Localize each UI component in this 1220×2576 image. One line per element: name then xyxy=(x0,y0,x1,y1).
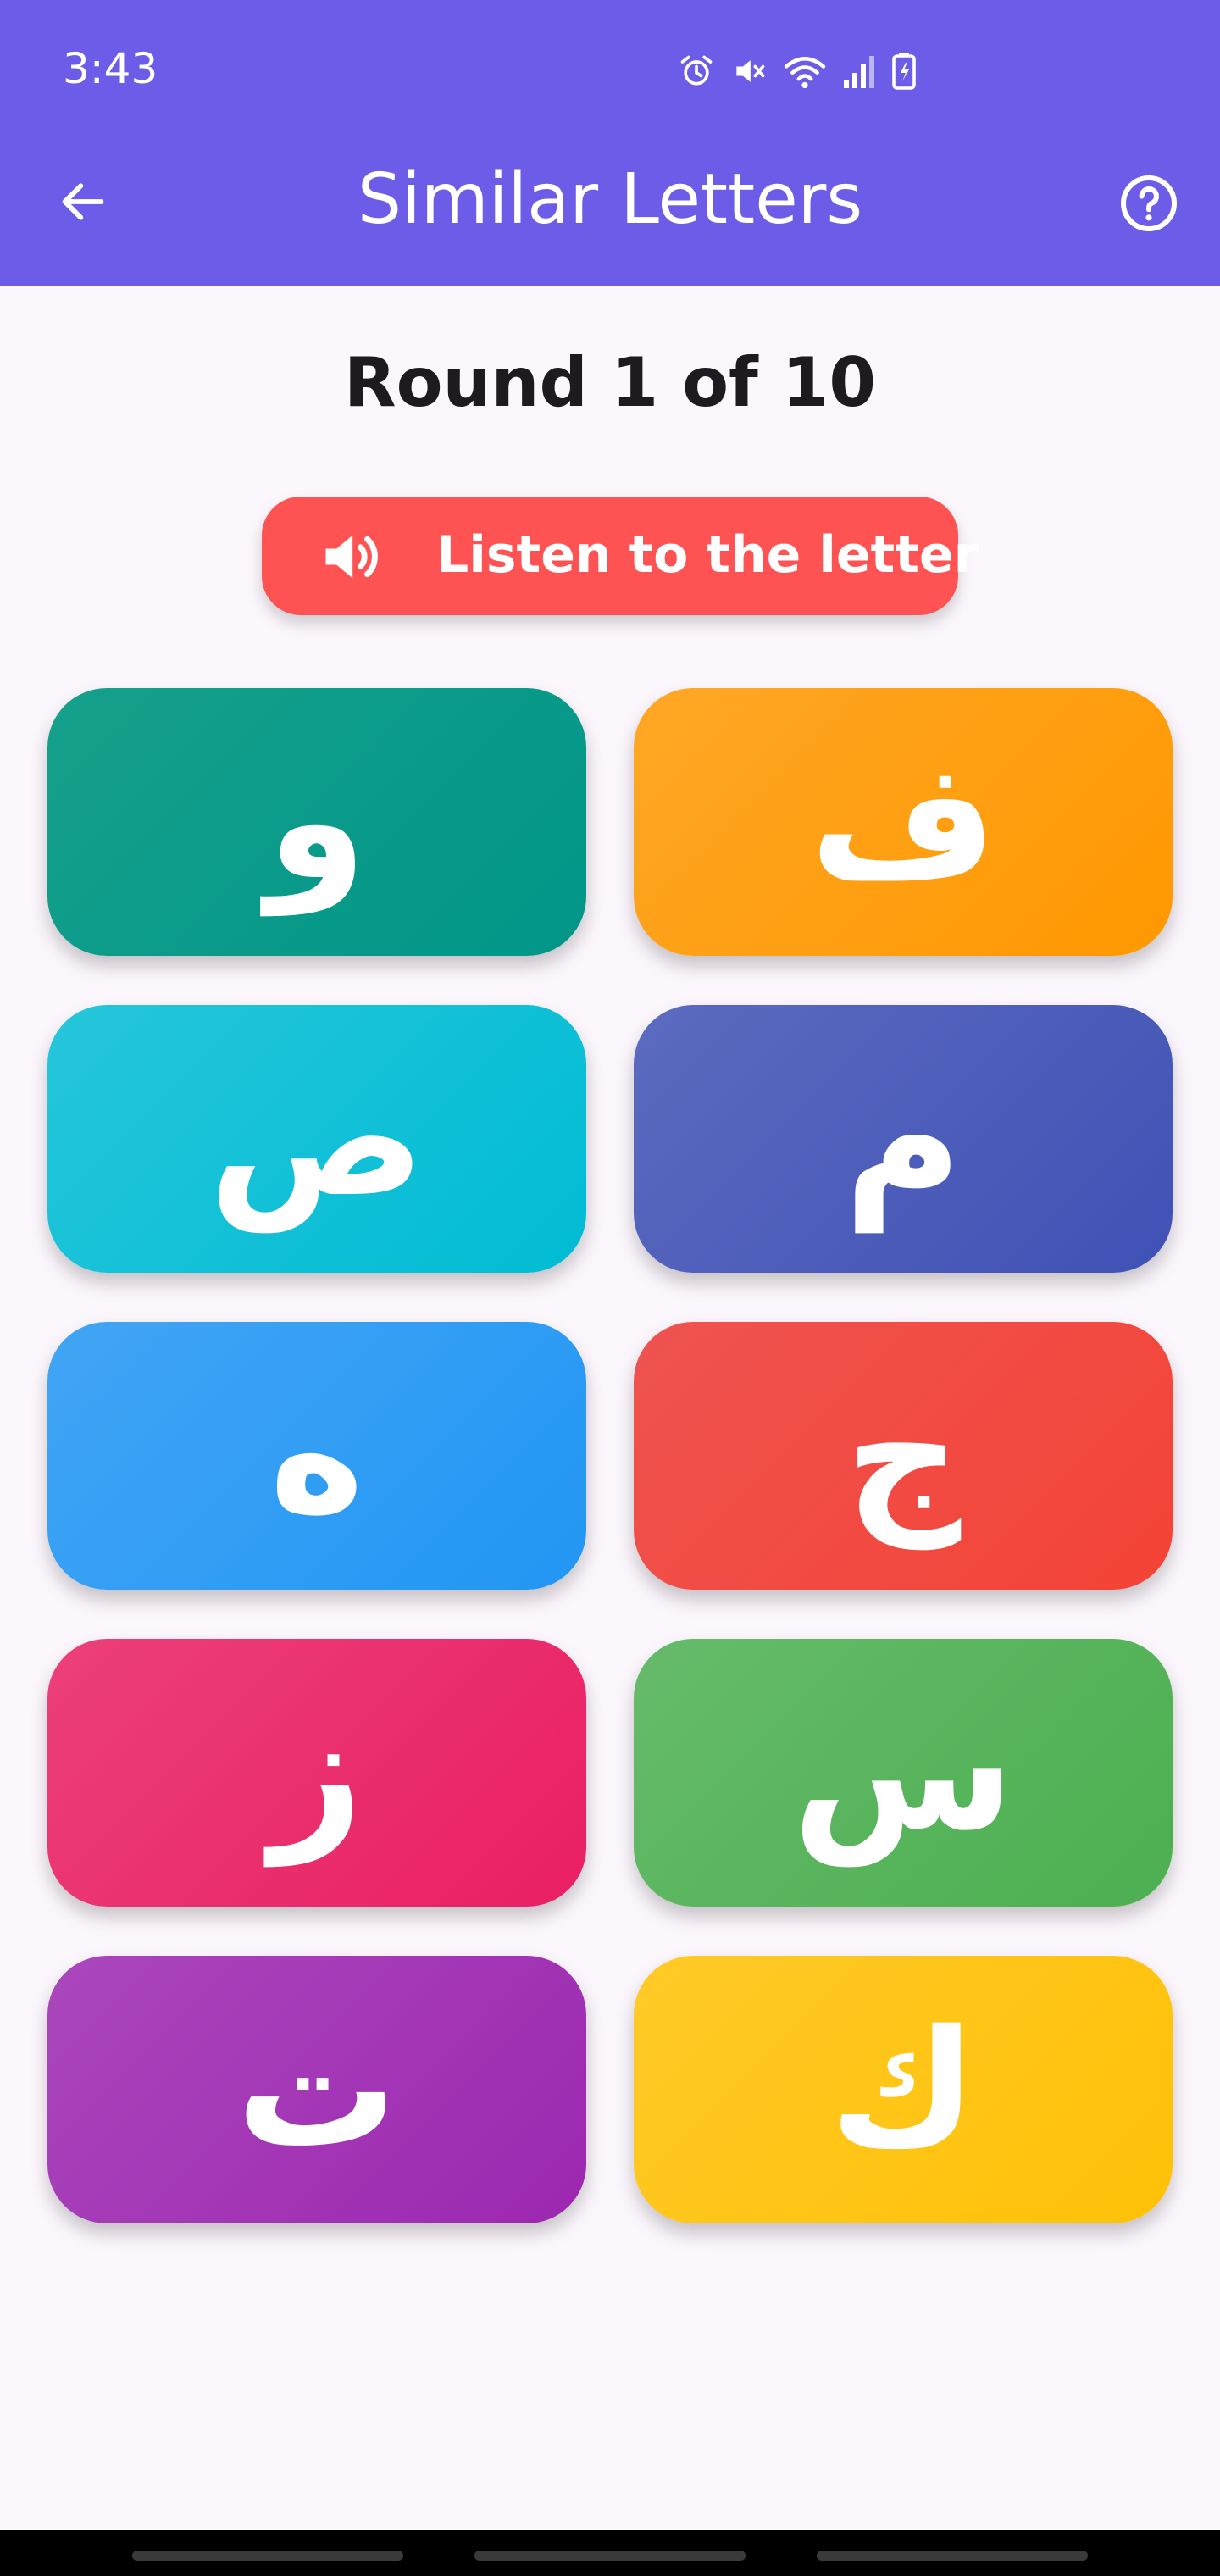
wifi-icon xyxy=(784,57,826,89)
page-title: Similar Letters xyxy=(357,159,863,240)
letter-glyph: و xyxy=(266,728,368,915)
system-nav-bar xyxy=(0,2530,1220,2576)
back-button[interactable] xyxy=(49,168,117,236)
help-button[interactable] xyxy=(1115,169,1183,237)
arrow-left-icon xyxy=(62,183,104,220)
nav-back[interactable] xyxy=(817,2551,1088,2561)
round-label: Round 1 of 10 xyxy=(343,343,877,422)
letter-tile[interactable]: ز xyxy=(47,1639,586,1907)
letter-tile[interactable]: ك xyxy=(634,1956,1173,2223)
letter-glyph: م xyxy=(844,1045,962,1232)
letter-glyph: ص xyxy=(208,1045,425,1232)
letter-tile[interactable]: م xyxy=(634,1005,1173,1273)
letter-tile[interactable]: ف xyxy=(634,688,1173,956)
nav-home[interactable] xyxy=(474,2551,746,2561)
battery-icon xyxy=(892,53,916,90)
letter-glyph: ه xyxy=(269,1362,365,1549)
letter-glyph: ج xyxy=(845,1362,962,1549)
app-bar: 3:43 Similar Letters xyxy=(0,0,1220,286)
mute-icon xyxy=(736,60,765,82)
letter-tile[interactable]: ت xyxy=(47,1956,586,2223)
letter-tile[interactable]: و xyxy=(47,688,586,956)
letter-glyph: ت xyxy=(236,1996,398,2183)
nav-recent-apps[interactable] xyxy=(132,2551,403,2561)
speaker-icon xyxy=(325,535,378,579)
letter-glyph: ف xyxy=(809,728,997,915)
letter-grid: و ف ص م ه ج ز س ت ك xyxy=(47,688,1173,2223)
letter-tile[interactable]: ص xyxy=(47,1005,586,1273)
listen-button[interactable]: Listen to the letter xyxy=(262,497,979,615)
status-time: 3:43 xyxy=(63,44,158,93)
letter-glyph: ك xyxy=(829,1996,978,2183)
letter-glyph: س xyxy=(791,1679,1015,1866)
listen-button-label: Listen to the letter xyxy=(436,525,979,585)
signal-icon xyxy=(844,56,874,88)
alarm-icon xyxy=(680,55,713,86)
help-circle-icon xyxy=(1121,175,1177,231)
letter-tile[interactable]: ج xyxy=(634,1322,1173,1590)
letter-tile[interactable]: ه xyxy=(47,1322,586,1590)
status-icons xyxy=(678,53,917,90)
letter-tile[interactable]: س xyxy=(634,1639,1173,1907)
letter-glyph: ز xyxy=(270,1679,363,1866)
